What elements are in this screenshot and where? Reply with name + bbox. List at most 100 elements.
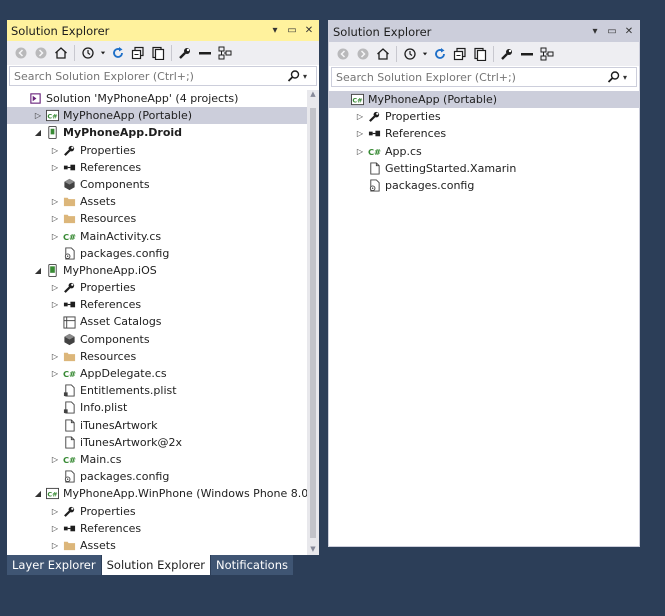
title-bar[interactable]: Solution Explorer ▾ ▭ ✕ bbox=[7, 20, 319, 41]
search-box[interactable]: ▾ bbox=[9, 66, 317, 86]
tab-layer-explorer[interactable]: Layer Explorer bbox=[7, 555, 101, 575]
show-all-files-icon[interactable] bbox=[470, 44, 490, 64]
expand-arrow-icon[interactable]: ▷ bbox=[49, 142, 61, 159]
search-input[interactable] bbox=[336, 70, 607, 84]
scroll-down-icon[interactable]: ▼ bbox=[307, 545, 319, 555]
expand-arrow-icon[interactable]: ▷ bbox=[354, 108, 366, 125]
expand-arrow-icon[interactable]: ▷ bbox=[49, 279, 61, 296]
tree-item[interactable]: ▷ References bbox=[7, 296, 307, 313]
tree-item[interactable]: packages.config bbox=[7, 468, 307, 485]
pending-changes-icon[interactable] bbox=[78, 43, 98, 63]
collapse-arrow-icon[interactable]: ◢ bbox=[32, 485, 44, 502]
class-view-icon[interactable] bbox=[215, 43, 235, 63]
tree-item[interactable]: Solution 'MyPhoneApp' (4 projects) bbox=[7, 90, 307, 107]
tree-item[interactable]: ▷ Assets bbox=[7, 537, 307, 554]
tree-item[interactable]: ▷ Properties bbox=[7, 142, 307, 159]
sync-icon[interactable] bbox=[430, 44, 450, 64]
tab-notifications[interactable]: Notifications bbox=[211, 555, 293, 575]
tree-item[interactable]: C# MyPhoneApp (Portable) bbox=[329, 91, 639, 109]
tree-item[interactable]: ▷ C# MyPhoneApp (Portable) bbox=[7, 107, 307, 125]
tree-item[interactable]: ◢ C# MyPhoneApp.WinPhone (Windows Phone 8.… bbox=[7, 485, 307, 502]
maximize-icon[interactable]: ▭ bbox=[605, 26, 619, 37]
show-all-files-icon[interactable] bbox=[148, 43, 168, 63]
search-options-icon[interactable]: ▾ bbox=[623, 73, 633, 82]
tree-item[interactable]: Asset Catalogs bbox=[7, 313, 307, 330]
tree-item[interactable]: Info.plist bbox=[7, 399, 307, 416]
tree-item[interactable]: Entitlements.plist bbox=[7, 382, 307, 399]
expand-arrow-icon[interactable]: ▷ bbox=[354, 125, 366, 142]
dropdown-arrow-icon[interactable] bbox=[98, 43, 108, 63]
tree-item[interactable]: ◢ MyPhoneApp.iOS bbox=[7, 262, 307, 279]
expand-arrow-icon[interactable]: ▷ bbox=[49, 159, 61, 176]
title-bar[interactable]: Solution Explorer ▾ ▭ ✕ bbox=[329, 21, 639, 42]
properties-icon[interactable] bbox=[497, 44, 517, 64]
tree-item[interactable]: ▷ C# App.cs bbox=[329, 143, 639, 160]
home-icon[interactable] bbox=[51, 43, 71, 63]
expand-arrow-icon[interactable]: ▷ bbox=[49, 210, 61, 227]
properties-icon[interactable] bbox=[175, 43, 195, 63]
expand-arrow-icon[interactable]: ▷ bbox=[49, 228, 61, 245]
sync-icon[interactable] bbox=[108, 43, 128, 63]
search-icon[interactable] bbox=[287, 69, 301, 83]
toolbar-separator bbox=[493, 46, 494, 62]
maximize-icon[interactable]: ▭ bbox=[285, 25, 299, 36]
back-icon[interactable] bbox=[333, 44, 353, 64]
tree-item[interactable]: ▷ References bbox=[329, 125, 639, 142]
wrench-icon bbox=[366, 109, 382, 125]
tree-item[interactable]: Components bbox=[7, 331, 307, 348]
tree-item[interactable]: packages.config bbox=[7, 245, 307, 262]
collapse-arrow-icon[interactable]: ◢ bbox=[32, 124, 44, 141]
tree-item[interactable]: Components bbox=[7, 176, 307, 193]
tree-item[interactable]: ▷ C# Main.cs bbox=[7, 451, 307, 468]
search-box[interactable]: ▾ bbox=[331, 67, 637, 87]
close-icon[interactable]: ✕ bbox=[302, 25, 316, 36]
preview-icon[interactable] bbox=[195, 43, 215, 63]
expand-arrow-icon[interactable]: ▷ bbox=[49, 520, 61, 537]
tab-solution-explorer[interactable]: Solution Explorer bbox=[101, 555, 210, 575]
tree-item[interactable]: GettingStarted.Xamarin bbox=[329, 160, 639, 177]
tree-item[interactable]: ▷ C# AppDelegate.cs bbox=[7, 365, 307, 382]
collapse-arrow-icon[interactable]: ◢ bbox=[32, 262, 44, 279]
expand-arrow-icon[interactable]: ▷ bbox=[49, 451, 61, 468]
expand-arrow-icon[interactable]: ▷ bbox=[49, 193, 61, 210]
class-view-icon[interactable] bbox=[537, 44, 557, 64]
tree-item[interactable]: ▷ Resources bbox=[7, 210, 307, 227]
scroll-thumb[interactable] bbox=[310, 108, 316, 538]
search-input[interactable] bbox=[14, 69, 287, 83]
vertical-scrollbar[interactable]: ▲ ▼ bbox=[307, 90, 319, 555]
tree-item[interactable]: ◢ MyPhoneApp.Droid bbox=[7, 124, 307, 141]
tree-item[interactable]: ▷ Resources bbox=[7, 348, 307, 365]
expand-arrow-icon[interactable]: ▷ bbox=[49, 296, 61, 313]
tree-item[interactable]: ▷ C# MainActivity.cs bbox=[7, 228, 307, 245]
preview-icon[interactable] bbox=[517, 44, 537, 64]
tree-item[interactable]: iTunesArtwork bbox=[7, 417, 307, 434]
tree-item[interactable]: ▷ Properties bbox=[7, 279, 307, 296]
tree-item[interactable]: ▷ Properties bbox=[7, 503, 307, 520]
back-icon[interactable] bbox=[11, 43, 31, 63]
forward-icon[interactable] bbox=[353, 44, 373, 64]
search-options-icon[interactable]: ▾ bbox=[303, 72, 313, 81]
expand-arrow-icon[interactable]: ▷ bbox=[32, 107, 44, 124]
expand-arrow-icon[interactable]: ▷ bbox=[49, 503, 61, 520]
forward-icon[interactable] bbox=[31, 43, 51, 63]
pending-changes-icon[interactable] bbox=[400, 44, 420, 64]
tree-item[interactable]: ▷ References bbox=[7, 159, 307, 176]
window-position-dropdown-icon[interactable]: ▾ bbox=[268, 25, 282, 36]
window-position-dropdown-icon[interactable]: ▾ bbox=[588, 26, 602, 37]
tree-item[interactable]: packages.config bbox=[329, 177, 639, 194]
scroll-up-icon[interactable]: ▲ bbox=[307, 90, 319, 100]
tree-item[interactable]: ▷ Assets bbox=[7, 193, 307, 210]
tree-item[interactable]: ▷ Properties bbox=[329, 108, 639, 125]
tree-item[interactable]: ▷ References bbox=[7, 520, 307, 537]
expand-arrow-icon[interactable]: ▷ bbox=[354, 143, 366, 160]
expand-arrow-icon[interactable]: ▷ bbox=[49, 348, 61, 365]
close-icon[interactable]: ✕ bbox=[622, 26, 636, 37]
expand-arrow-icon[interactable]: ▷ bbox=[49, 537, 61, 554]
tree-item[interactable]: iTunesArtwork@2x bbox=[7, 434, 307, 451]
collapse-all-icon[interactable] bbox=[450, 44, 470, 64]
home-icon[interactable] bbox=[373, 44, 393, 64]
collapse-all-icon[interactable] bbox=[128, 43, 148, 63]
expand-arrow-icon[interactable]: ▷ bbox=[49, 365, 61, 382]
search-icon[interactable] bbox=[607, 70, 621, 84]
dropdown-arrow-icon[interactable] bbox=[420, 44, 430, 64]
